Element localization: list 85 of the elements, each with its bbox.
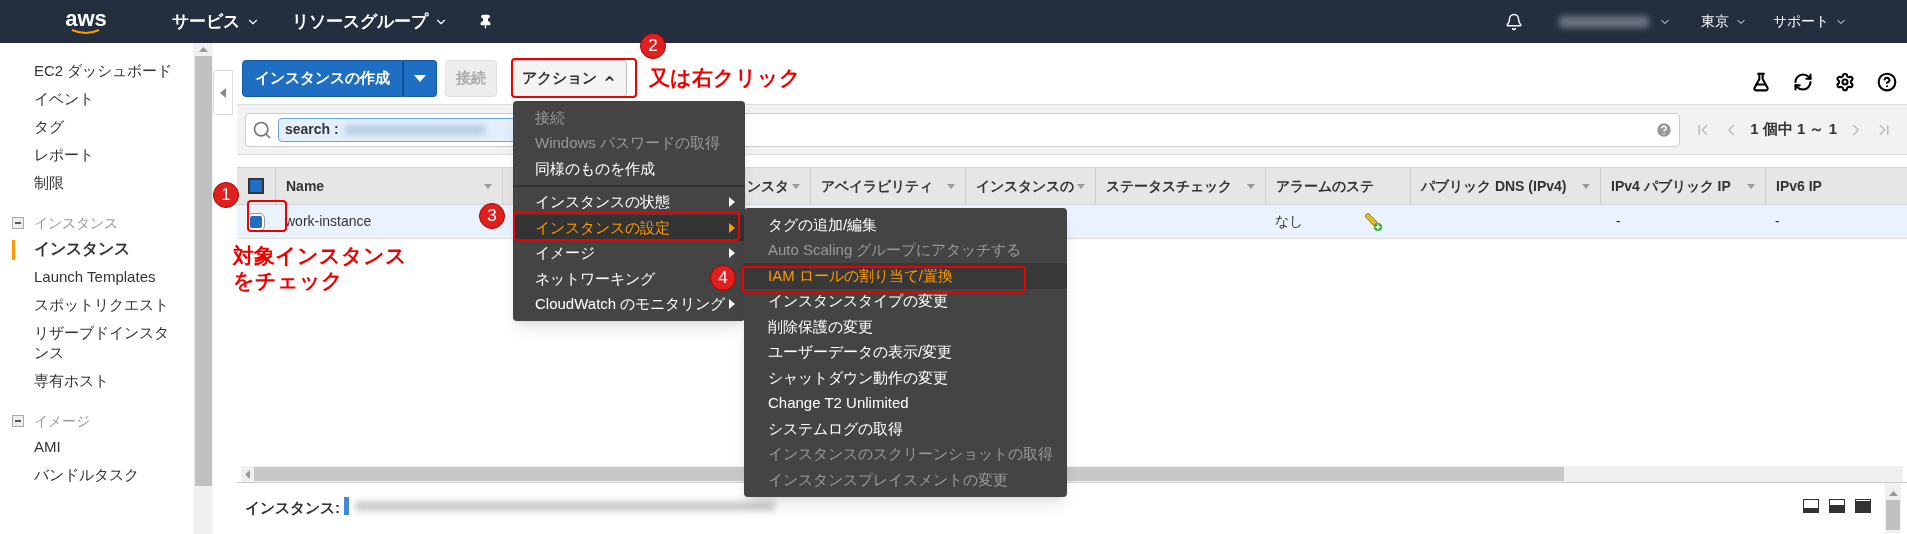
sidebar-scrollbar[interactable] — [193, 43, 213, 534]
submenu-arrow-icon — [729, 197, 735, 208]
submenu-arrow-icon — [729, 248, 735, 259]
sidebar-section-title: イメージ — [34, 411, 90, 431]
column-header[interactable]: アベイラビリティ — [810, 168, 965, 204]
flask-icon[interactable] — [1751, 72, 1771, 92]
collapse-toggle[interactable] — [12, 217, 24, 229]
sidebar-item[interactable]: Launch Templates — [34, 263, 176, 291]
sidebar-item[interactable]: バンドルタスク — [34, 461, 176, 489]
add-alarm-icon[interactable] — [1363, 211, 1383, 232]
sidebar-item[interactable]: リザーブドインスタンス — [34, 319, 176, 367]
sidebar-item[interactable]: インスタンス — [34, 235, 176, 263]
sidebar-item[interactable]: スポットリクエスト — [34, 291, 176, 319]
sort-caret-icon — [947, 183, 955, 189]
menu-item[interactable]: ネットワーキング — [513, 266, 665, 292]
menu-item[interactable]: IAM ロールの割り当て/置換 — [744, 263, 1067, 289]
search-icon — [252, 119, 272, 140]
submenu-arrow-icon — [729, 299, 735, 310]
menu-item[interactable]: シャットダウン動作の変更 — [744, 365, 1067, 391]
menu-item[interactable]: インスタンスタイプの変更 — [744, 288, 1067, 314]
sort-caret-icon — [1582, 183, 1590, 189]
sort-caret-icon — [1247, 183, 1255, 189]
collapse-toggle[interactable] — [12, 415, 24, 427]
menu-item[interactable]: インスタンスの設定 — [513, 215, 745, 241]
sort-caret-icon — [484, 183, 492, 189]
vertical-scrollbar[interactable] — [1885, 483, 1901, 533]
sidebar-item[interactable]: タグ — [34, 113, 176, 141]
annotation-note: 又は右クリック — [649, 65, 801, 91]
column-header[interactable]: IPv6 IP — [1765, 168, 1890, 204]
selection-marker — [344, 497, 349, 515]
help-icon[interactable] — [1877, 72, 1897, 92]
sort-caret-icon — [792, 183, 800, 189]
actions-button[interactable]: アクション — [511, 60, 627, 97]
caret-left-icon — [220, 87, 226, 98]
sidebar-item[interactable]: 専有ホスト — [34, 367, 176, 395]
settings-icon[interactable] — [1835, 72, 1855, 92]
menu-item[interactable]: Change T2 Unlimited — [744, 390, 1067, 416]
create-dropdown-button[interactable] — [403, 60, 437, 97]
menu-item[interactable]: ユーザーデータの表示/変更 — [744, 339, 1067, 365]
sidebar-section-title: インスタンス — [34, 213, 118, 233]
sidebar-item[interactable]: AMI — [34, 433, 176, 461]
highlight-box — [247, 200, 287, 232]
sort-caret-icon — [1747, 183, 1755, 189]
column-header[interactable]: IPv4 パブリック IP — [1600, 168, 1765, 204]
nav-menu[interactable]: サービス — [172, 8, 260, 35]
submenu-arrow-icon — [729, 222, 735, 233]
sort-caret-icon — [1077, 183, 1085, 189]
column-header[interactable]: ステータスチェック — [1095, 168, 1265, 204]
menu-item[interactable]: タグの追加/編集 — [744, 212, 1067, 238]
table-cell-text: - — [1615, 212, 1622, 231]
caret-down-icon — [414, 75, 426, 82]
step-number-badge: 1 — [213, 182, 239, 208]
select-all-checkbox[interactable] — [248, 178, 264, 194]
column-header[interactable]: アラームのステ — [1265, 168, 1410, 204]
region-menu[interactable]: 東京 — [1701, 11, 1747, 32]
menu-item[interactable]: システムログの取得 — [744, 416, 1067, 442]
collapse-sidebar-tab[interactable] — [213, 70, 233, 115]
sidebar-item[interactable]: レポート — [34, 141, 176, 169]
menu-item[interactable]: 削除保護の変更 — [744, 314, 1067, 340]
support-menu[interactable]: サポート — [1773, 11, 1847, 32]
sidebar-item[interactable]: 制限 — [34, 169, 176, 197]
search-help-icon[interactable] — [1655, 120, 1674, 139]
panel-layout-icon[interactable] — [1803, 499, 1819, 513]
table-cell: work-instance — [285, 213, 372, 229]
column-header[interactable]: インスタンスの — [965, 168, 1095, 204]
table-cell-text: - — [1774, 212, 1780, 231]
sidebar-item[interactable]: EC2 ダッシュボード — [34, 57, 176, 85]
menu-item[interactable]: イメージ — [513, 240, 745, 266]
column-header[interactable]: Name — [275, 168, 502, 204]
pagination-label: 1 個中 1 ～ 1 — [1750, 119, 1837, 140]
sidebar-item[interactable]: イベント — [34, 85, 176, 113]
notification-bell-icon[interactable] — [1505, 12, 1523, 31]
annotation-note: をチェック — [233, 268, 343, 293]
refresh-icon[interactable] — [1793, 72, 1813, 92]
panel-layout-icon[interactable] — [1855, 499, 1871, 513]
table-cell-text: なし — [1275, 212, 1303, 231]
menu-item[interactable]: CloudWatch のモニタリング — [513, 291, 745, 317]
aws-logo[interactable]: aws — [62, 8, 110, 35]
panel-layout-icon[interactable] — [1829, 499, 1845, 513]
annotation-note: 対象インスタンス — [233, 243, 407, 268]
nav-menu[interactable]: リソースグループ — [292, 8, 448, 35]
details-label: インスタンス: — [245, 498, 340, 518]
pin-icon[interactable] — [478, 14, 493, 29]
column-header[interactable]: パブリック DNS (IPv4) — [1410, 168, 1600, 204]
create-instance-button[interactable]: インスタンスの作成 — [242, 60, 403, 97]
